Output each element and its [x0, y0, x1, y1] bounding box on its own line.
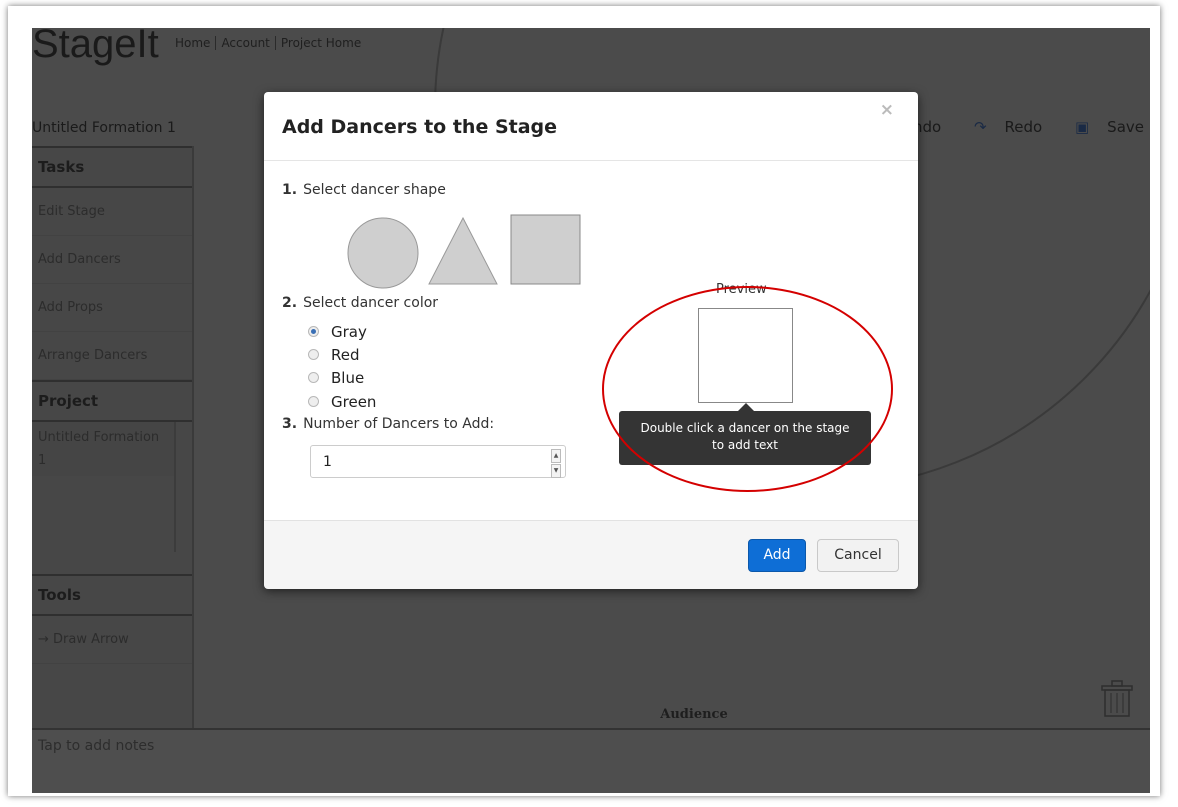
cancel-button[interactable]: Cancel	[817, 539, 899, 572]
radio-blue[interactable]	[308, 372, 319, 383]
step-3: 3. Number of Dancers to Add:	[282, 416, 494, 432]
color-label-green: Green	[331, 393, 377, 411]
sidebar: Tasks Edit Stage Add Dancers Add Props A…	[32, 146, 194, 728]
step-2: 2. Select dancer color	[282, 295, 438, 311]
dancer-count-input[interactable]: 1 ▲ ▼	[310, 445, 566, 478]
color-label-blue: Blue	[331, 369, 365, 387]
count-stepper[interactable]: ▲ ▼	[551, 449, 561, 478]
tool-draw-arrow[interactable]: → Draw Arrow	[32, 616, 192, 664]
project-scrollbar[interactable]	[174, 422, 176, 552]
circle-shape-option[interactable]	[346, 216, 420, 290]
color-option-red[interactable]: Red	[308, 344, 360, 366]
task-edit-stage[interactable]: Edit Stage	[32, 188, 192, 236]
step-1-number: 1.	[282, 182, 298, 198]
dialog-title: Add Dancers to the Stage	[282, 116, 558, 138]
audience-label: Audience	[660, 707, 728, 722]
color-option-gray[interactable]: Gray	[308, 321, 367, 343]
color-option-blue[interactable]: Blue	[308, 367, 364, 389]
step-1: 1. Select dancer shape	[282, 182, 446, 198]
triangle-shape-option[interactable]	[427, 216, 499, 286]
close-icon[interactable]: ×	[880, 100, 894, 120]
step-3-number: 3.	[282, 416, 298, 432]
project-item[interactable]: Untitled Formation 1	[32, 422, 174, 476]
tools-heading: Tools	[32, 574, 192, 616]
add-dancers-dialog: Add Dancers to the Stage × 1. Select danc…	[264, 92, 918, 589]
square-shape-option[interactable]	[510, 214, 582, 286]
project-list[interactable]: Untitled Formation 1	[32, 422, 192, 574]
step-2-label: Select dancer color	[303, 295, 439, 311]
dialog-header: Add Dancers to the Stage ×	[264, 92, 918, 161]
formation-title: Untitled Formation 1	[32, 120, 176, 136]
app-logo[interactable]: StageIt	[32, 28, 159, 67]
task-add-props[interactable]: Add Props	[32, 284, 192, 332]
color-option-green[interactable]: Green	[308, 391, 376, 413]
increment-icon[interactable]: ▲	[551, 449, 561, 463]
arrow-icon: →	[38, 632, 54, 647]
tool-draw-arrow-label: Draw Arrow	[53, 632, 129, 647]
dancer-count-value: 1	[323, 454, 332, 470]
tasks-heading: Tasks	[32, 146, 192, 188]
dialog-footer: Add Cancel	[264, 520, 918, 589]
step-3-label: Number of Dancers to Add:	[303, 416, 495, 432]
trash-icon[interactable]	[1098, 678, 1136, 718]
task-arrange-dancers[interactable]: Arrange Dancers	[32, 332, 192, 380]
radio-red[interactable]	[308, 349, 319, 360]
color-label-red: Red	[331, 346, 360, 364]
nav-project-home[interactable]: Project Home	[276, 36, 366, 50]
project-heading: Project	[32, 380, 192, 422]
nav-home[interactable]: Home	[170, 36, 217, 50]
task-add-dancers[interactable]: Add Dancers	[32, 236, 192, 284]
annotation-circle	[602, 286, 893, 492]
notes-field[interactable]: Tap to add notes	[32, 728, 1150, 793]
color-label-gray: Gray	[331, 323, 367, 341]
decrement-icon[interactable]: ▼	[551, 464, 561, 478]
radio-green[interactable]	[308, 396, 319, 407]
top-nav: Home Account Project Home	[170, 36, 366, 50]
step-2-number: 2.	[282, 295, 298, 311]
step-1-label: Select dancer shape	[303, 182, 446, 198]
add-button[interactable]: Add	[748, 539, 806, 572]
nav-account[interactable]: Account	[216, 36, 276, 50]
radio-gray[interactable]	[308, 326, 319, 337]
